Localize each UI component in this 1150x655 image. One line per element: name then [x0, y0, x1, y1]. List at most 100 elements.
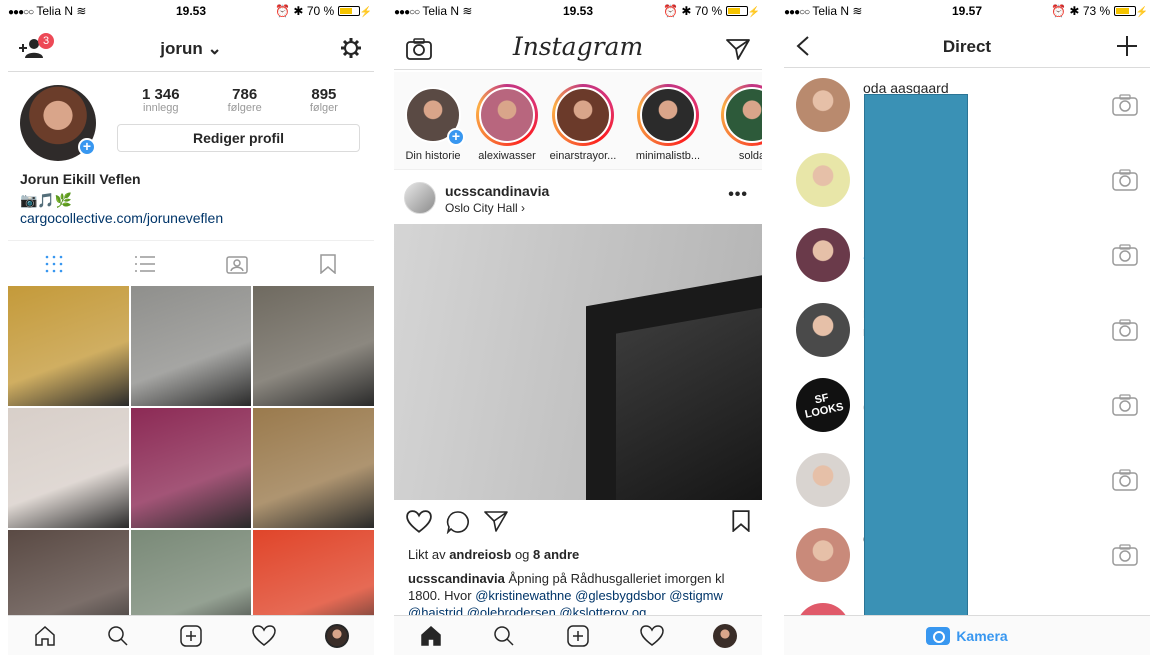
website-link[interactable]: cargocollective.com/joruneveflen — [20, 210, 223, 226]
story-item[interactable]: solda — [716, 84, 762, 162]
tab-home[interactable] — [394, 616, 468, 655]
post-image[interactable] — [394, 224, 762, 500]
tab-tagged[interactable] — [191, 241, 283, 286]
bookmark-icon — [732, 510, 750, 533]
photo-grid — [8, 286, 374, 650]
photo-tile[interactable] — [130, 286, 252, 406]
feed-navbar: Instagram — [394, 22, 762, 70]
reply-camera-button[interactable] — [1112, 394, 1138, 421]
story-name: minimalistb... — [635, 150, 701, 162]
tagged-icon — [226, 255, 248, 274]
post-author[interactable]: ucsscandinavia — [445, 183, 549, 199]
story-item[interactable]: alexiwasser — [471, 84, 543, 162]
story-name: einarstrayor... — [549, 150, 617, 162]
bottom-tab-bar — [394, 615, 762, 655]
direct-button[interactable] — [726, 38, 750, 65]
tab-search[interactable] — [81, 616, 154, 655]
camera-bar[interactable]: Kamera — [784, 615, 1150, 655]
username-switcher[interactable]: jorun ⌄ — [8, 39, 374, 59]
reply-camera-button[interactable] — [1112, 94, 1138, 121]
photo-tile[interactable] — [8, 286, 129, 406]
tab-activity[interactable] — [228, 616, 301, 655]
profile-tab-avatar — [325, 623, 350, 648]
conversation-avatar — [796, 228, 850, 282]
battery-level — [1115, 8, 1129, 14]
tab-list[interactable] — [100, 241, 192, 286]
story-name: solda — [738, 150, 762, 162]
tab-saved[interactable] — [283, 241, 375, 286]
reply-camera-button[interactable] — [1112, 544, 1138, 571]
alarm-icon: ⏰ ✱ — [275, 4, 304, 18]
story-name: Din historie — [405, 150, 461, 162]
story-item[interactable]: + Din historie — [397, 84, 469, 162]
profile-stats: 1 346 innlegg 786 følgere 895 følger — [118, 86, 362, 114]
chevron-down-icon: ⌄ — [207, 39, 222, 58]
story-item[interactable]: einarstrayor... — [547, 84, 619, 162]
tab-home[interactable] — [8, 616, 81, 655]
reply-camera-button[interactable] — [1112, 244, 1138, 271]
tab-profile[interactable] — [301, 616, 374, 655]
share-button[interactable] — [484, 510, 508, 537]
stat-posts[interactable]: 1 346 innlegg — [142, 86, 180, 114]
reply-camera-button[interactable] — [1112, 169, 1138, 196]
like-button[interactable] — [406, 510, 432, 539]
camera-icon — [1112, 244, 1138, 266]
reply-camera-button[interactable] — [1112, 469, 1138, 496]
post-author-avatar[interactable] — [404, 182, 436, 214]
likes-user[interactable]: andreiosb — [449, 547, 511, 562]
story-ring — [721, 84, 762, 146]
photo-tile[interactable] — [253, 286, 374, 406]
tab-activity[interactable] — [615, 616, 689, 655]
photo-tile[interactable] — [8, 408, 129, 528]
story-ring — [637, 84, 699, 146]
camera-label: Kamera — [956, 628, 1008, 644]
tab-profile[interactable] — [688, 616, 762, 655]
battery-icon — [1113, 6, 1136, 16]
post-location[interactable]: Oslo City Hall › — [445, 201, 525, 215]
bookmark-icon — [320, 253, 336, 274]
tab-new-post[interactable] — [541, 616, 615, 655]
caption-author[interactable]: ucsscandinavia — [408, 571, 505, 586]
save-button[interactable] — [732, 510, 750, 537]
profile-screen: ●●●○○ Telia N ≋ 19.53 ⏰ ✱ 70 % ⚡ 3 jorun… — [8, 0, 374, 655]
comment-button[interactable] — [446, 510, 470, 539]
edit-profile-button[interactable]: Rediger profil — [117, 124, 360, 152]
more-options-icon[interactable]: ••• — [728, 186, 748, 204]
alarm-icon: ⏰ ✱ — [1051, 4, 1080, 18]
photo-tile[interactable] — [130, 408, 252, 528]
direct-screen: ●●●○○ Telia N ≋ 19.57 ⏰ ✱ 73 % ⚡ Direct … — [784, 0, 1150, 655]
profile-navbar: 3 jorun ⌄ — [8, 22, 374, 72]
alarm-icon: ⏰ ✱ — [663, 4, 692, 18]
photo-tile[interactable] — [253, 408, 374, 528]
username: jorun — [160, 39, 203, 58]
tab-grid[interactable] — [8, 241, 100, 286]
settings-button[interactable] — [340, 37, 362, 59]
story-avatar — [640, 87, 696, 143]
comment-icon — [446, 511, 469, 535]
bottom-tab-bar — [8, 615, 374, 655]
stat-following-label: følger — [309, 102, 338, 114]
tab-new-post[interactable] — [154, 616, 227, 655]
add-post-icon — [180, 624, 202, 647]
story-ring — [552, 84, 614, 146]
add-story-plus-icon[interactable]: + — [78, 138, 96, 156]
tab-search[interactable] — [468, 616, 542, 655]
stat-followers-label: følgere — [227, 102, 262, 114]
stat-following-num: 895 — [311, 86, 337, 103]
camera-icon — [1112, 169, 1138, 191]
likes-others[interactable]: 8 andre — [533, 547, 579, 562]
story-item[interactable]: minimalistb... — [632, 84, 704, 162]
battery-icon — [337, 6, 360, 16]
likes-line: Likt av andreiosb og 8 andre — [408, 547, 579, 562]
redaction-box — [864, 94, 968, 626]
new-message-button[interactable] — [1116, 35, 1138, 62]
camera-icon — [1112, 319, 1138, 341]
stat-followers[interactable]: 786 følgere — [228, 86, 262, 114]
full-name: Jorun Eikill Veflen — [20, 171, 141, 187]
add-story-plus-icon[interactable]: + — [447, 128, 465, 146]
reply-camera-button[interactable] — [1112, 319, 1138, 346]
add-post-icon — [567, 624, 589, 647]
heart-icon — [406, 510, 432, 533]
camera-icon — [1112, 394, 1138, 416]
stat-following[interactable]: 895 følger — [310, 86, 338, 114]
